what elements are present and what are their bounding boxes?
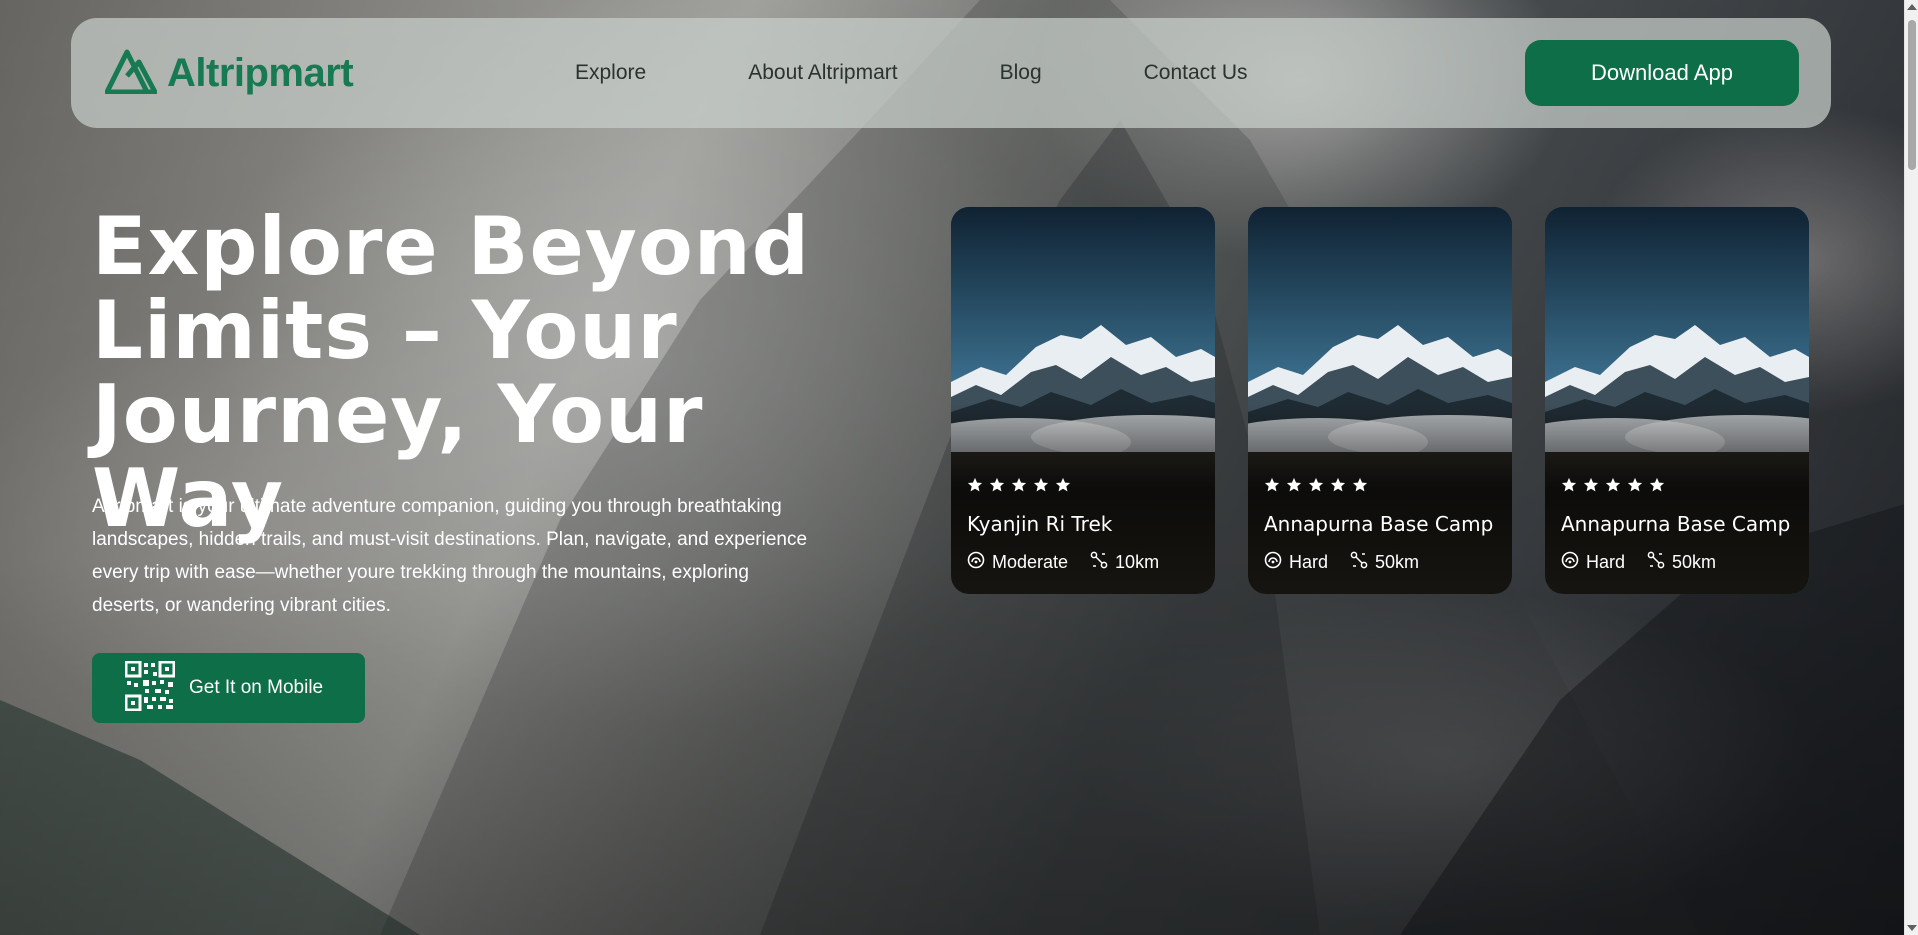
trek-card-meta: Moderate 10km: [967, 551, 1201, 574]
trek-card-meta: Hard 50km: [1264, 551, 1498, 574]
route-icon: [1647, 551, 1665, 574]
star-icon: [1308, 477, 1324, 498]
star-icon: [1605, 477, 1621, 498]
star-icon: [989, 477, 1005, 498]
star-rating: [1264, 477, 1498, 498]
difficulty-label: Hard: [1586, 552, 1626, 572]
main-nav: Explore About Altripmart Blog Contact Us: [575, 61, 1248, 85]
star-icon: [1649, 477, 1665, 498]
star-icon: [1011, 477, 1027, 498]
get-it-on-mobile-button[interactable]: Get It on Mobile: [92, 653, 365, 723]
distance-label: 50km: [1375, 552, 1420, 572]
difficulty-info: Hard: [1561, 551, 1625, 574]
gauge-icon: [967, 551, 985, 574]
distance-info: 50km: [1647, 551, 1716, 574]
scroll-thumb[interactable]: [1908, 20, 1916, 170]
trek-card[interactable]: Annapurna Base Camp Hard 50km: [1545, 207, 1809, 594]
brand-logo[interactable]: Altripmart: [104, 48, 575, 99]
difficulty-label: Moderate: [992, 552, 1069, 572]
distance-info: 50km: [1350, 551, 1419, 574]
scroll-up-arrow-icon[interactable]: [1907, 4, 1917, 10]
distance-label: 10km: [1115, 552, 1160, 572]
star-icon: [1330, 477, 1346, 498]
trek-card-title: Kyanjin Ri Trek: [967, 512, 1113, 536]
trek-card-body: Annapurna Base Camp Hard 50km: [1264, 477, 1498, 574]
star-rating: [967, 477, 1201, 498]
distance-info: 10km: [1090, 551, 1159, 574]
distance-label: 50km: [1672, 552, 1717, 572]
star-icon: [1627, 477, 1643, 498]
route-icon: [1090, 551, 1108, 574]
nav-link-blog[interactable]: Blog: [1000, 61, 1042, 85]
star-rating: [1561, 477, 1795, 498]
brand-name: Altripmart: [167, 50, 354, 95]
star-icon: [967, 477, 983, 498]
difficulty-info: Moderate: [967, 551, 1068, 574]
trek-card-body: Kyanjin Ri Trek Moderate 10km: [967, 477, 1201, 574]
navbar: Altripmart Explore About Altripmart Blog…: [71, 18, 1831, 128]
hero-description: Altripmart is your ultimate adventure co…: [92, 496, 808, 616]
difficulty-info: Hard: [1264, 551, 1328, 574]
qr-code-icon: [124, 660, 176, 716]
trek-card[interactable]: Kyanjin Ri Trek Moderate 10km: [951, 207, 1215, 594]
gauge-icon: [1264, 551, 1282, 574]
trek-card-title: Annapurna Base Camp: [1264, 512, 1494, 536]
page-scrollbar[interactable]: [1904, 0, 1918, 935]
nav-link-explore[interactable]: Explore: [575, 61, 646, 85]
nav-link-about[interactable]: About Altripmart: [748, 61, 897, 85]
trek-card-body: Annapurna Base Camp Hard 50km: [1561, 477, 1795, 574]
trek-card-title: Annapurna Base Camp: [1561, 512, 1791, 536]
get-it-on-mobile-label: Get It on Mobile: [189, 677, 324, 698]
difficulty-label: Hard: [1289, 552, 1329, 572]
gauge-icon: [1561, 551, 1579, 574]
star-icon: [1264, 477, 1280, 498]
download-app-button[interactable]: Download App: [1525, 40, 1799, 106]
trek-card[interactable]: Annapurna Base Camp Hard 50km: [1248, 207, 1512, 594]
star-icon: [1561, 477, 1577, 498]
star-icon: [1033, 477, 1049, 498]
star-icon: [1583, 477, 1599, 498]
nav-link-contact[interactable]: Contact Us: [1144, 61, 1248, 85]
trek-card-meta: Hard 50km: [1561, 551, 1795, 574]
route-icon: [1350, 551, 1368, 574]
scroll-down-arrow-icon[interactable]: [1907, 925, 1917, 931]
altripmart-mountain-logo-icon: [104, 48, 158, 99]
star-icon: [1055, 477, 1071, 498]
star-icon: [1286, 477, 1302, 498]
star-icon: [1352, 477, 1368, 498]
